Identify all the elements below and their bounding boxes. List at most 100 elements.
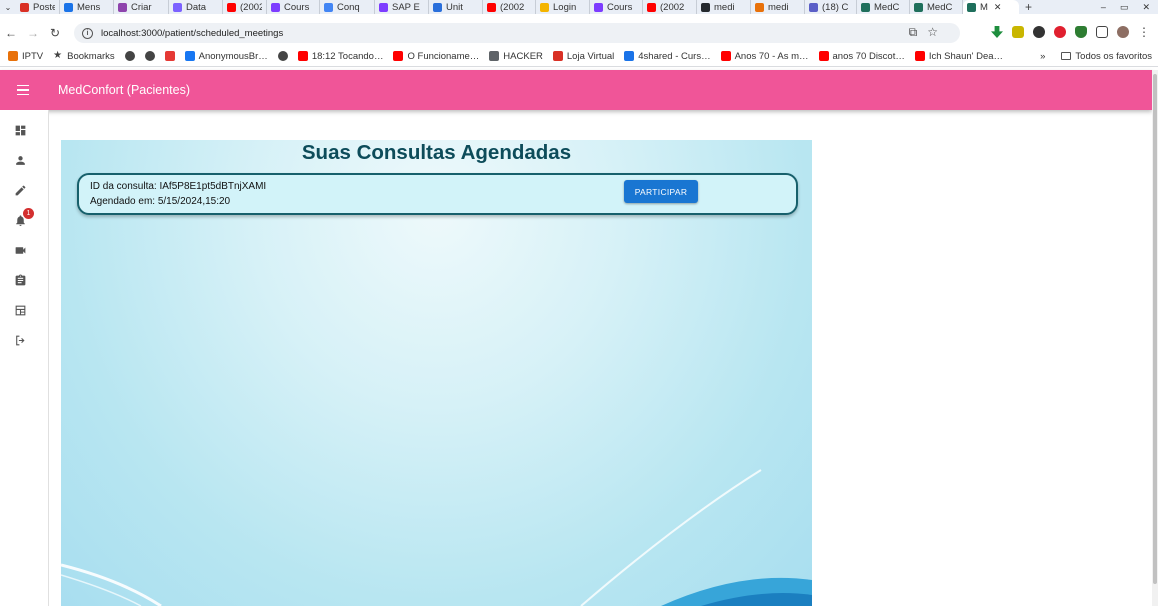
browser-tab[interactable]: Login — [536, 0, 590, 14]
browser-tab[interactable]: MedC — [857, 0, 910, 14]
calendar-table-icon[interactable] — [14, 304, 27, 317]
tab-title[interactable]: M — [980, 2, 988, 13]
tab-title[interactable]: Poste — [33, 2, 55, 13]
download-extension-icon[interactable] — [991, 26, 1003, 38]
bookmark-label[interactable]: Ich Shaun' Dea… — [929, 51, 1003, 62]
bookmark-item[interactable]: IPTV — [8, 51, 43, 62]
bookmark-label[interactable]: Loja Virtual — [567, 51, 614, 62]
close-window-icon[interactable]: ✕ — [1142, 2, 1150, 13]
tab-title[interactable]: (2002 — [660, 2, 684, 13]
forward-arrow-icon[interactable]: → — [22, 26, 44, 40]
tab-title[interactable]: Unit — [446, 2, 463, 13]
browser-tab[interactable]: Criar — [114, 0, 169, 14]
bookmark-item[interactable] — [164, 51, 179, 61]
browser-tab[interactable]: Data — [169, 0, 223, 14]
bookmark-label[interactable]: 18:12 Tocando… — [312, 51, 384, 62]
bookmark-label[interactable]: 4shared - Curs… — [638, 51, 710, 62]
bookmark-label[interactable]: Anos 70 - As m… — [735, 51, 809, 62]
video-camera-icon[interactable] — [14, 244, 27, 257]
bookmark-label[interactable]: anos 70 Discot… — [833, 51, 905, 62]
browser-tab[interactable]: Unit — [429, 0, 483, 14]
extensions-puzzle-icon[interactable] — [1096, 26, 1108, 38]
tab-title[interactable]: Mens — [77, 2, 100, 13]
join-meeting-button[interactable]: PARTICIPAR — [624, 180, 698, 203]
all-bookmarks-folder[interactable]: Todos os favoritos — [1061, 51, 1152, 62]
open-in-app-icon[interactable]: ⧉ — [909, 25, 918, 40]
tab-title[interactable]: SAP E — [392, 2, 420, 13]
browser-tab[interactable]: MedC — [910, 0, 963, 14]
browser-tab[interactable]: medi — [697, 0, 751, 14]
url-text[interactable]: localhost:3000/patient/scheduled_meeting… — [101, 28, 283, 39]
tab-search-chevron-icon[interactable]: ⌄ — [0, 3, 16, 12]
address-bar[interactable]: i localhost:3000/patient/scheduled_meeti… — [74, 23, 960, 43]
tab-title[interactable]: Cours — [607, 2, 632, 13]
bookmark-item[interactable]: 4shared - Curs… — [624, 51, 711, 62]
yellow-extension-icon[interactable] — [1012, 26, 1024, 38]
browser-tab[interactable]: Cours — [267, 0, 320, 14]
reload-icon[interactable]: ↻ — [44, 26, 66, 40]
browser-tab[interactable]: SAP E — [375, 0, 429, 14]
bookmark-item[interactable]: HACKER — [489, 51, 543, 62]
browser-tab[interactable]: medi — [751, 0, 805, 14]
close-tab-icon[interactable]: ✕ — [994, 2, 1002, 13]
tab-title[interactable]: Conq — [337, 2, 360, 13]
browser-tab[interactable]: (2002 — [643, 0, 697, 14]
site-info-icon[interactable]: i — [82, 27, 93, 39]
tab-title[interactable]: medi — [768, 2, 789, 13]
bookmark-item[interactable]: ★ Bookmarks — [53, 51, 115, 62]
scrollbar-thumb[interactable] — [1153, 74, 1157, 584]
tab-title[interactable]: Criar — [131, 2, 152, 13]
bookmark-star-icon[interactable]: ☆ — [927, 25, 938, 40]
browser-tab[interactable]: Conq — [320, 0, 375, 14]
all-bookmarks-label[interactable]: Todos os favoritos — [1075, 51, 1152, 62]
bookmark-item[interactable]: Ich Shaun' Dea… — [914, 51, 1003, 62]
browser-tab[interactable]: M ✕ — [963, 0, 1019, 14]
logout-icon[interactable] — [14, 334, 27, 347]
bookmark-item[interactable]: Loja Virtual — [552, 51, 614, 62]
person-icon[interactable] — [14, 154, 27, 167]
tab-title[interactable]: Login — [553, 2, 576, 13]
dashboard-icon[interactable] — [14, 124, 27, 137]
tab-title[interactable]: MedC — [874, 2, 899, 13]
bookmark-label[interactable]: AnonymousBr… — [199, 51, 268, 62]
shield-extension-icon[interactable] — [1075, 26, 1087, 38]
profile-avatar-icon[interactable] — [1117, 26, 1129, 38]
bookmark-label[interactable]: IPTV — [22, 51, 43, 62]
opera-extension-icon[interactable] — [1054, 26, 1066, 38]
new-tab-plus-icon[interactable]: + — [1025, 0, 1032, 14]
browser-tab[interactable]: Poste — [16, 0, 60, 14]
bookmark-item[interactable]: O Funcioname… — [393, 51, 479, 62]
tab-title[interactable]: (18) C — [822, 2, 848, 13]
browser-tab[interactable]: Cours — [590, 0, 643, 14]
browser-tab[interactable]: Mens — [60, 0, 114, 14]
menu-hamburger-icon[interactable] — [0, 70, 46, 110]
bookmark-item[interactable] — [277, 51, 292, 61]
tab-title[interactable]: medi — [714, 2, 735, 13]
minimize-window-icon[interactable]: – — [1101, 2, 1106, 12]
tab-title[interactable]: Cours — [284, 2, 309, 13]
bookmark-item[interactable] — [124, 51, 139, 61]
bookmark-label[interactable]: O Funcioname… — [407, 51, 479, 62]
page-scrollbar[interactable] — [1152, 70, 1158, 606]
browser-tab[interactable]: (18) C — [805, 0, 857, 14]
edit-pencil-icon[interactable] — [14, 184, 27, 197]
bookmark-item[interactable]: Anos 70 - As m… — [720, 51, 809, 62]
bookmark-item[interactable]: 18:12 Tocando… — [297, 51, 384, 62]
clipboard-icon[interactable] — [14, 274, 27, 287]
tab-title[interactable]: (2002 — [500, 2, 524, 13]
browser-tab[interactable]: (2002 — [223, 0, 267, 14]
bookmark-item[interactable]: AnonymousBr… — [184, 51, 268, 62]
record-extension-icon[interactable] — [1033, 26, 1045, 38]
tab-title[interactable]: MedC — [927, 2, 952, 13]
bookmark-item[interactable]: anos 70 Discot… — [818, 51, 905, 62]
back-arrow-icon[interactable]: ← — [0, 26, 22, 40]
browser-tab[interactable]: (2002 — [483, 0, 536, 14]
restore-window-icon[interactable]: ▭ — [1120, 2, 1129, 13]
tab-title[interactable]: (2002 — [240, 2, 262, 13]
bookmark-label[interactable]: Bookmarks — [67, 51, 115, 62]
more-bookmarks-chevron[interactable]: » — [1040, 51, 1045, 62]
tab-title[interactable]: Data — [186, 2, 206, 13]
bookmark-label[interactable]: HACKER — [503, 51, 543, 62]
bookmark-item[interactable] — [144, 51, 159, 61]
browser-menu-icon[interactable]: ⋮ — [1138, 26, 1150, 38]
